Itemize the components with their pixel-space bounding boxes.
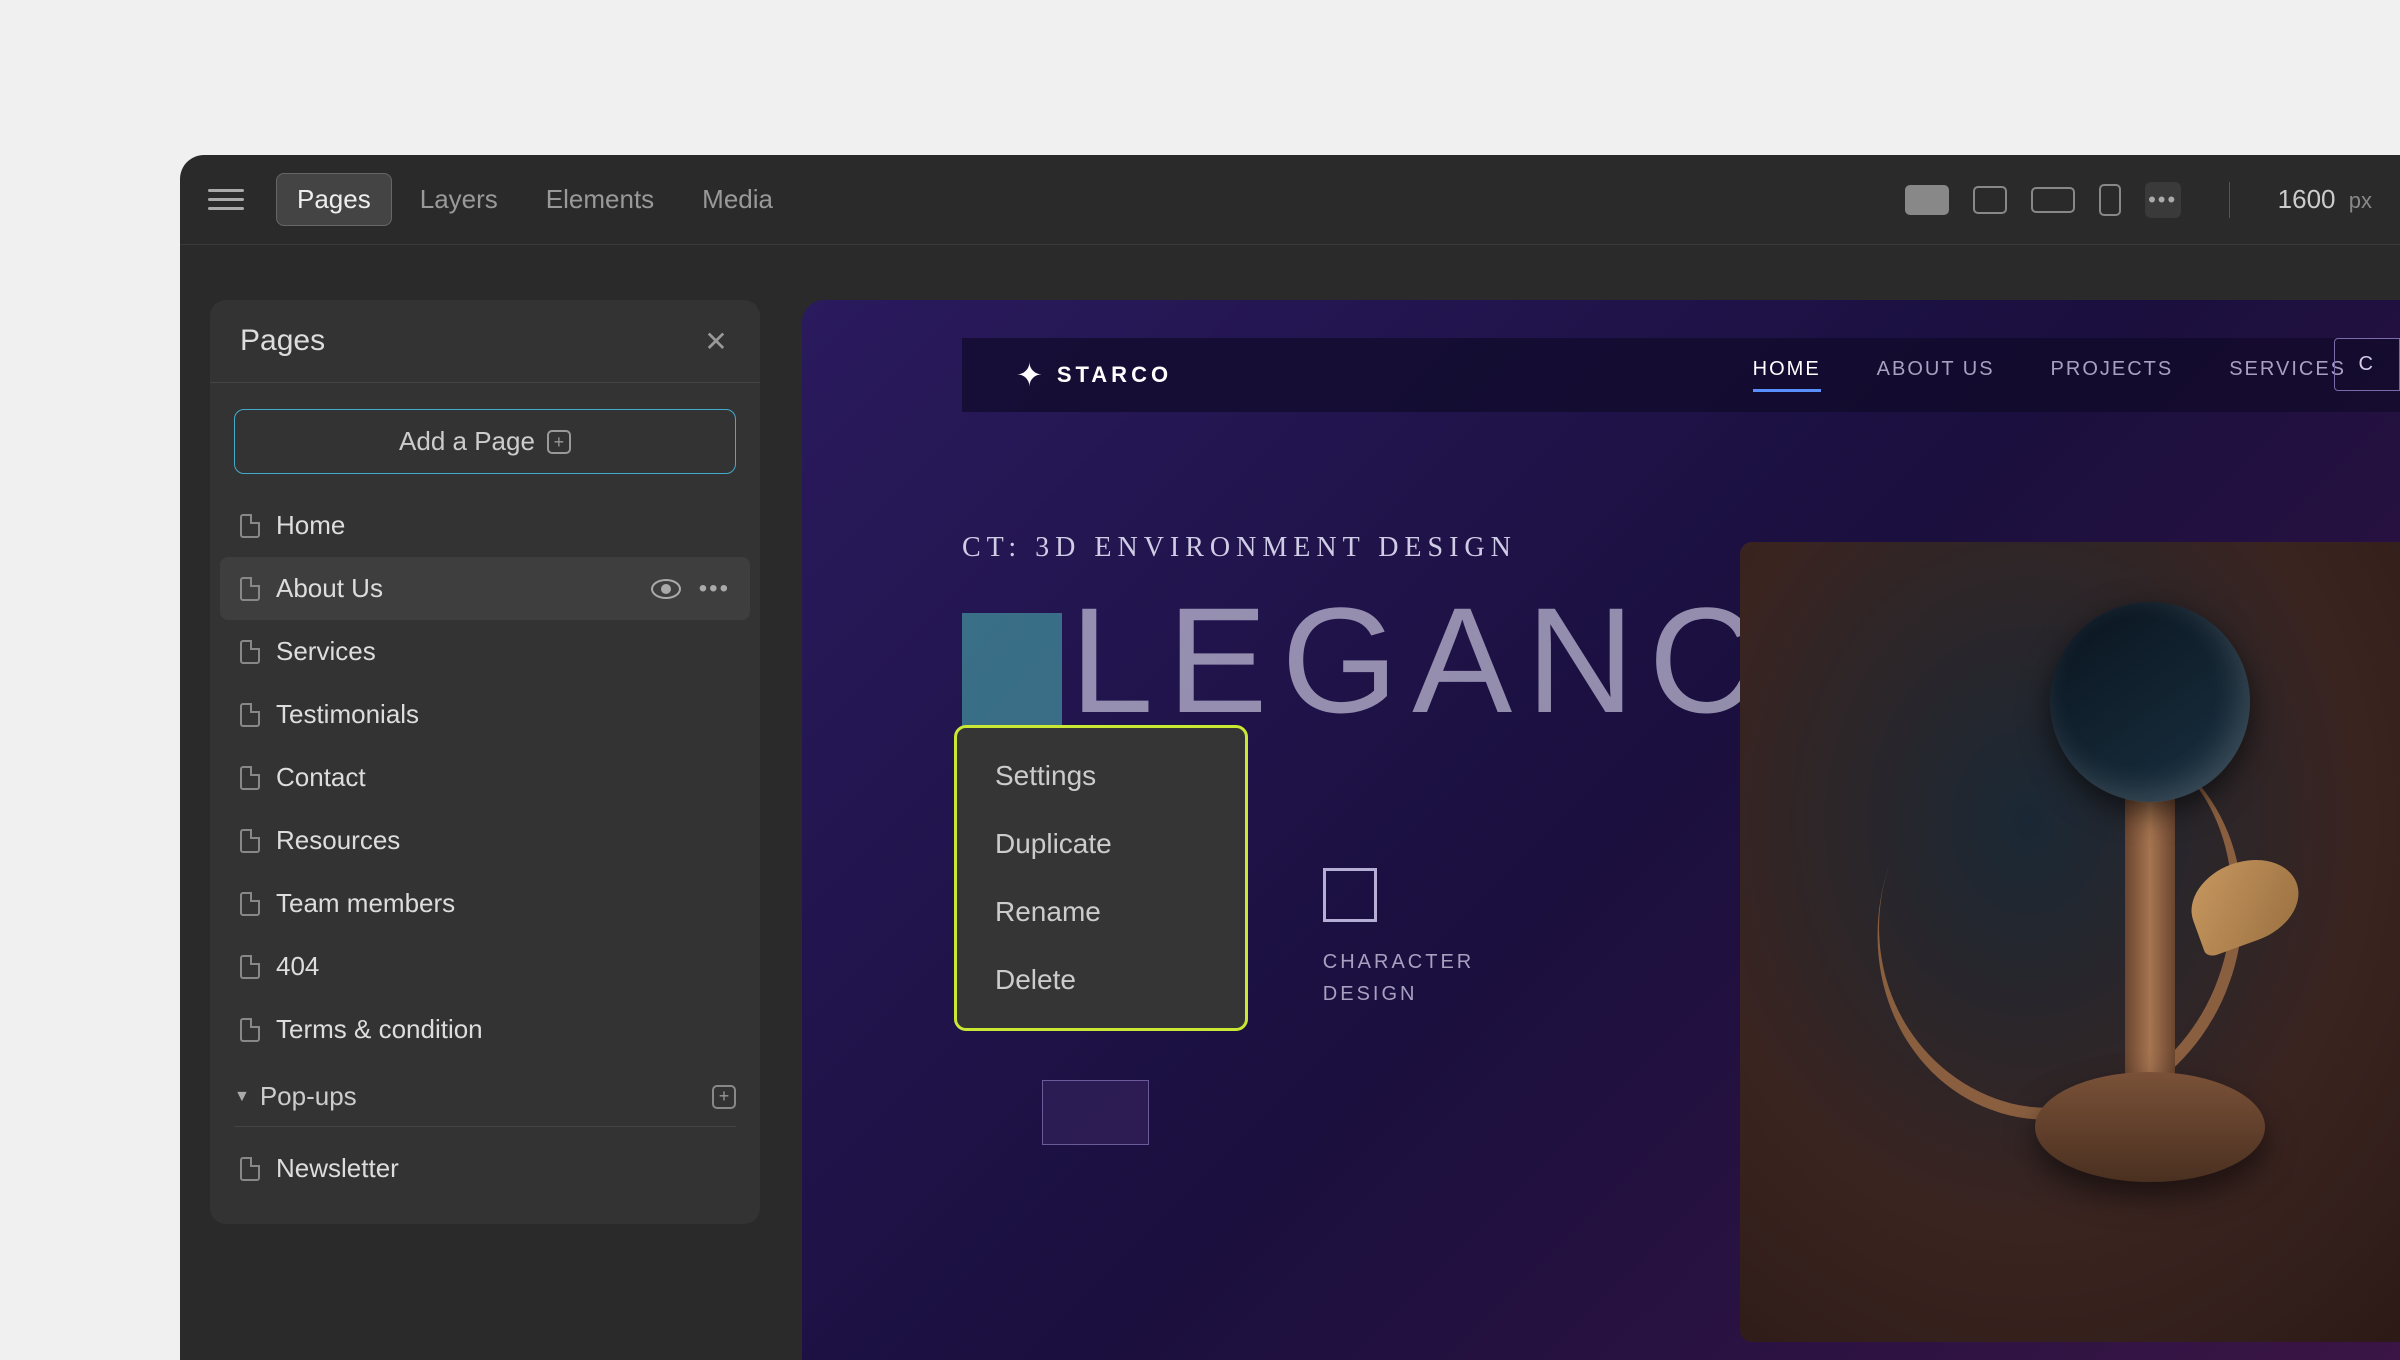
panel-title: Pages [240, 324, 325, 358]
device-mobile-icon[interactable] [2099, 184, 2121, 216]
divider [2229, 182, 2230, 218]
tab-elements[interactable]: Elements [526, 174, 674, 225]
caret-down-icon: ▼ [234, 1088, 250, 1106]
page-label: Testimonials [276, 699, 730, 730]
device-tablet-portrait-icon[interactable] [1973, 186, 2007, 214]
page-item-services[interactable]: Services [220, 620, 750, 683]
page-list: Home About Us ••• Services Testimonials [210, 494, 760, 1061]
contact-button[interactable]: C [2334, 338, 2400, 391]
tab-media[interactable]: Media [682, 174, 793, 225]
page-item-home[interactable]: Home [220, 494, 750, 557]
nav-projects[interactable]: PROJECTS [2051, 358, 2174, 392]
context-rename[interactable]: Rename [957, 878, 1245, 946]
panel-header: Pages ✕ [210, 300, 760, 383]
device-more-button[interactable]: ••• [2145, 182, 2181, 218]
page-item-about-us[interactable]: About Us ••• [220, 557, 750, 620]
site-header: ✦ STARCO HOME ABOUT US PROJECTS SERVICES [962, 338, 2400, 412]
device-desktop-icon[interactable] [1905, 185, 1949, 215]
feature-character: CHARACTERDESIGN [1323, 868, 1474, 1010]
square-icon [1323, 868, 1377, 922]
app-window: Pages Layers Elements Media ••• 1600 px … [180, 155, 2400, 1360]
nav-about[interactable]: ABOUT US [1877, 358, 1995, 392]
page-label: Home [276, 510, 730, 541]
add-popup-icon[interactable]: + [712, 1085, 736, 1109]
page-more-icon[interactable]: ••• [699, 575, 730, 603]
page-label: About Us [276, 573, 635, 604]
page-icon [240, 829, 260, 853]
viewport-width: 1600 [2278, 184, 2336, 214]
site-nav: HOME ABOUT US PROJECTS SERVICES [1753, 358, 2346, 392]
pages-panel: Pages ✕ Add a Page + Home About Us ••• [210, 300, 760, 1224]
page-item-404[interactable]: 404 [220, 935, 750, 998]
context-settings[interactable]: Settings [957, 742, 1245, 810]
page-icon [240, 514, 260, 538]
page-item-team-members[interactable]: Team members [220, 872, 750, 935]
page-actions: ••• [651, 575, 730, 603]
page-icon [240, 766, 260, 790]
context-menu: Settings Duplicate Rename Delete [954, 725, 1248, 1031]
page-icon [240, 1157, 260, 1181]
tab-pages[interactable]: Pages [276, 173, 392, 226]
page-item-terms[interactable]: Terms & condition [220, 998, 750, 1061]
page-item-resources[interactable]: Resources [220, 809, 750, 872]
page-label: Team members [276, 888, 730, 919]
page-label: Services [276, 636, 730, 667]
popup-label: Newsletter [276, 1153, 730, 1184]
page-label: Resources [276, 825, 730, 856]
close-icon[interactable]: ✕ [702, 327, 730, 355]
add-page-label: Add a Page [399, 426, 535, 457]
device-tablet-landscape-icon[interactable] [2031, 187, 2075, 213]
logo-text: STARCO [1057, 362, 1172, 388]
page-label: Contact [276, 762, 730, 793]
antique-phone-graphic [2020, 602, 2280, 1162]
add-page-button[interactable]: Add a Page + [234, 409, 736, 474]
page-item-contact[interactable]: Contact [220, 746, 750, 809]
context-duplicate[interactable]: Duplicate [957, 810, 1245, 878]
visibility-icon[interactable] [651, 579, 681, 599]
page-icon [240, 1018, 260, 1042]
hero-image [1740, 542, 2400, 1342]
context-delete[interactable]: Delete [957, 946, 1245, 1014]
page-icon [240, 703, 260, 727]
divider [234, 1126, 736, 1127]
page-item-testimonials[interactable]: Testimonials [220, 683, 750, 746]
plus-icon: + [547, 430, 571, 454]
popup-list: Newsletter [210, 1137, 760, 1200]
page-label: 404 [276, 951, 730, 982]
topbar-tabs: Pages Layers Elements Media [276, 173, 793, 226]
popups-section-header[interactable]: ▼ Pop-ups + [210, 1061, 760, 1126]
page-icon [240, 955, 260, 979]
section-label: Pop-ups [260, 1081, 702, 1112]
site-logo[interactable]: ✦ STARCO [1016, 356, 1172, 394]
tab-layers[interactable]: Layers [400, 174, 518, 225]
device-switcher: ••• 1600 px [1905, 182, 2372, 218]
feature-label: CHARACTERDESIGN [1323, 946, 1474, 1010]
page-icon [240, 640, 260, 664]
cta-button[interactable] [1042, 1080, 1149, 1145]
star-icon: ✦ [1016, 356, 1043, 394]
nav-home[interactable]: HOME [1753, 358, 1821, 392]
page-label: Terms & condition [276, 1014, 730, 1045]
page-icon [240, 892, 260, 916]
topbar: Pages Layers Elements Media ••• 1600 px [180, 155, 2400, 245]
nav-services[interactable]: SERVICES [2229, 358, 2346, 392]
viewport-unit: px [2349, 188, 2372, 213]
page-icon [240, 577, 260, 601]
hamburger-menu[interactable] [208, 189, 244, 210]
viewport-size: 1600 px [2278, 184, 2372, 215]
popup-item-newsletter[interactable]: Newsletter [220, 1137, 750, 1200]
